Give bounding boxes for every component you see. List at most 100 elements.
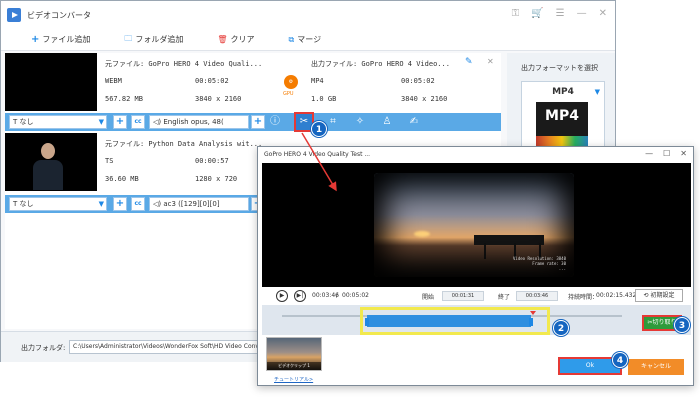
- info-icon[interactable]: ⓘ: [267, 114, 283, 130]
- edit-subtitle-icon[interactable]: ✍: [406, 114, 422, 130]
- close-icon[interactable]: ✕: [680, 149, 687, 158]
- merge-button[interactable]: ⧉ マージ: [289, 34, 322, 45]
- dialog-window-controls: — ☐ ✕: [645, 149, 687, 158]
- trim-timeline: ✂切り取り: [262, 305, 691, 335]
- add-file-button[interactable]: + ファイル追加: [31, 34, 90, 45]
- callout-2: 2: [553, 320, 569, 336]
- selection-highlight: [360, 307, 550, 335]
- subtitle-value: なし: [19, 118, 34, 126]
- file-row[interactable]: 元ファイル: GoPro HERO 4 Video Quali... WEBM …: [5, 53, 501, 113]
- source-format: TS: [105, 157, 114, 165]
- title-bar: ビデオコンバータ ⚿ 🛒 ☰ — ✕: [1, 1, 615, 29]
- subtitle-dropdown[interactable]: T なし ▼: [9, 115, 107, 129]
- source-size: 36.60 MB: [105, 175, 139, 183]
- next-frame-icon[interactable]: ▶|: [294, 290, 306, 302]
- add-subtitle-button[interactable]: +: [113, 197, 127, 211]
- clear-label: クリア: [230, 35, 255, 44]
- format-badge-text: MP4: [545, 108, 579, 124]
- merge-label: マージ: [297, 35, 322, 44]
- start-time-field[interactable]: 00:01:31: [442, 291, 484, 301]
- trim-range[interactable]: [367, 315, 531, 327]
- output-format: MP4: [311, 77, 324, 85]
- source-file-label: 元ファイル: Python Data Analysis wit...: [105, 140, 263, 148]
- chevron-down-icon: ▼: [98, 118, 104, 126]
- source-format: WEBM: [105, 77, 122, 85]
- window-controls: ⚿ 🛒 ☰ — ✕: [512, 8, 607, 19]
- effects-wand-icon[interactable]: ✧: [352, 114, 368, 130]
- audio-value: ac3 ([129][0][0]: [163, 200, 220, 208]
- key-icon[interactable]: ⚿: [512, 8, 520, 19]
- watermark-icon[interactable]: ♙: [379, 114, 395, 130]
- time-separator: /: [336, 292, 339, 299]
- playhead-marker[interactable]: [530, 311, 536, 315]
- callout-4: 4: [612, 352, 628, 368]
- crop-icon[interactable]: ⌗: [325, 114, 341, 130]
- reset-button[interactable]: ⟲ 初期設定: [635, 289, 683, 302]
- callout-1: 1: [311, 121, 327, 137]
- output-duration: 00:05:02: [401, 77, 435, 85]
- output-file-label: 出力ファイル: GoPro HERO 4 Video...: [311, 60, 450, 68]
- chevron-down-icon: ▼: [98, 200, 104, 208]
- minimize-icon[interactable]: —: [645, 149, 653, 158]
- subtitle-dropdown[interactable]: T なし ▼: [9, 197, 107, 211]
- tutorial-link[interactable]: チュートリアル>: [274, 376, 313, 383]
- format-panel-title: 出力フォーマットを選択: [521, 64, 598, 72]
- source-duration: 00:05:02: [195, 77, 229, 85]
- video-preview[interactable]: Video Resolution: 3840 Frame rate: 30 ..…: [262, 163, 691, 287]
- remove-row-icon[interactable]: ✕: [487, 57, 494, 66]
- source-resolution: 1280 x 720: [195, 175, 238, 183]
- current-time: 00:03:46: [312, 292, 339, 299]
- output-folder-path[interactable]: C:\Users\Administrator\Videos\WonderFox …: [69, 340, 259, 354]
- window-title: ビデオコンバータ: [27, 11, 91, 20]
- gpu-label: GPU: [283, 91, 294, 97]
- video-thumbnail[interactable]: [5, 133, 97, 191]
- cut-label: 切り取り: [652, 319, 677, 326]
- start-label: 開始: [422, 294, 435, 301]
- menu-icon[interactable]: ☰: [556, 8, 565, 19]
- output-folder-label: 出力フォルダ:: [21, 344, 66, 352]
- rename-pencil-icon[interactable]: ✎: [465, 57, 473, 67]
- minimize-icon[interactable]: —: [577, 8, 587, 19]
- gpu-icon: ⚙: [284, 75, 298, 89]
- audio-dropdown[interactable]: ◁) ac3 ([129][0][0]: [149, 197, 249, 211]
- output-size: 1.0 GB: [311, 95, 337, 103]
- total-time: 00:05:02: [342, 292, 369, 299]
- audio-value: English opus, 48(: [163, 118, 224, 126]
- source-size: 567.82 MB: [105, 95, 143, 103]
- start-handle[interactable]: [365, 318, 369, 326]
- subtitle-value: なし: [19, 200, 34, 208]
- add-file-label: ファイル追加: [42, 35, 91, 44]
- video-thumbnail[interactable]: [5, 53, 97, 111]
- close-icon[interactable]: ✕: [599, 8, 607, 19]
- audio-icon: ◁): [153, 118, 164, 126]
- gpu-indicator: ⚙ GPU: [277, 53, 305, 111]
- end-time-field[interactable]: 00:03:46: [516, 291, 558, 301]
- dialog-title: GoPro HERO 4 Video Quality Test ...: [264, 151, 371, 158]
- play-icon[interactable]: ▶: [276, 290, 288, 302]
- app-logo-icon: [7, 8, 21, 22]
- playback-bar: ▶ ▶| 00:03:46 / 00:05:02 開始 00:01:31 終了 …: [262, 288, 691, 304]
- folder-plus-icon: 🗀: [124, 33, 133, 43]
- cc-icon[interactable]: cc: [131, 115, 145, 129]
- add-folder-label: フォルダ追加: [135, 35, 184, 44]
- merge-icon: ⧉: [288, 34, 295, 44]
- add-audio-button[interactable]: +: [251, 115, 265, 129]
- clip-thumbnail[interactable]: ビデオクリップ 1: [266, 337, 322, 371]
- source-resolution: 3840 x 2160: [195, 95, 242, 103]
- callout-3: 3: [674, 317, 690, 333]
- source-file-label: 元ファイル: GoPro HERO 4 Video Quali...: [105, 60, 263, 68]
- clear-button[interactable]: 🗑 クリア: [217, 34, 254, 45]
- cc-icon[interactable]: cc: [131, 197, 145, 211]
- edit-tools: ⓘ ✂ ⌗ ✧ ♙ ✍: [267, 112, 422, 132]
- add-subtitle-button[interactable]: +: [113, 115, 127, 129]
- clip-caption: ビデオクリップ 1: [267, 362, 321, 370]
- reset-label: 初期設定: [650, 292, 675, 299]
- cancel-button[interactable]: キャンセル: [628, 359, 684, 375]
- cart-icon[interactable]: 🛒: [531, 8, 543, 19]
- add-folder-button[interactable]: 🗀 フォルダ追加: [124, 33, 183, 47]
- maximize-icon[interactable]: ☐: [663, 149, 670, 158]
- source-duration: 00:00:57: [195, 157, 229, 165]
- end-handle[interactable]: [529, 318, 533, 326]
- audio-dropdown[interactable]: ◁) English opus, 48(: [149, 115, 249, 129]
- trash-icon: 🗑: [217, 35, 228, 44]
